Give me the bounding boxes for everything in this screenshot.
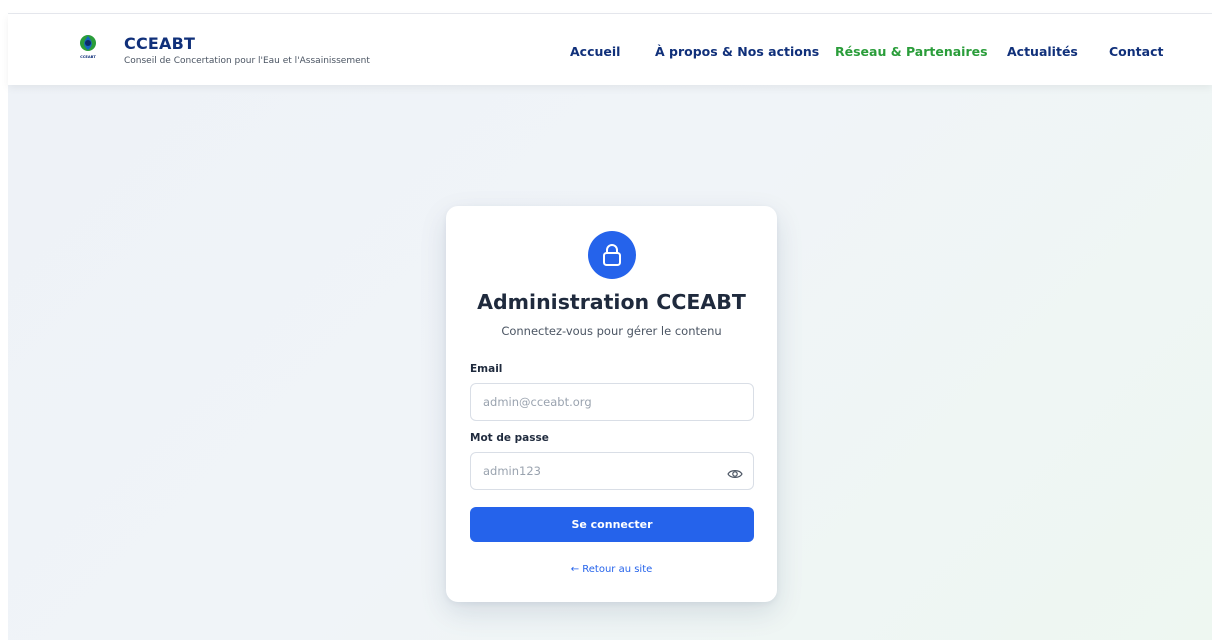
nav-item-actualites[interactable]: Actualités	[1007, 44, 1078, 59]
password-field[interactable]	[483, 453, 723, 489]
password-field-wrapper	[470, 452, 754, 490]
eye-icon[interactable]	[727, 465, 743, 478]
nav-item-a-propos[interactable]: À propos & Nos actions	[655, 44, 819, 59]
password-label: Mot de passe	[470, 432, 549, 444]
login-card: Administration CCEABT Connectez-vous pou…	[446, 206, 777, 602]
page: CCEABT CCEABT Conseil de Concertation po…	[0, 0, 1212, 640]
nav-item-reseau-partenaires[interactable]: Réseau & Partenaires	[835, 44, 988, 59]
login-button[interactable]: Se connecter	[470, 507, 754, 542]
nav-item-contact[interactable]: Contact	[1109, 44, 1163, 59]
site-header: CCEABT CCEABT Conseil de Concertation po…	[8, 14, 1212, 85]
login-title: Administration CCEABT	[477, 290, 746, 314]
login-subtitle: Connectez-vous pour gérer le contenu	[501, 324, 722, 338]
main-nav: Accueil À propos & Nos actions Réseau & …	[8, 44, 1212, 64]
email-field-wrapper	[470, 383, 754, 421]
email-field[interactable]	[483, 384, 723, 420]
lock-icon	[588, 231, 636, 279]
back-to-site-link[interactable]: ← Retour au site	[446, 564, 777, 575]
email-label: Email	[470, 363, 503, 375]
nav-item-accueil[interactable]: Accueil	[570, 44, 620, 59]
